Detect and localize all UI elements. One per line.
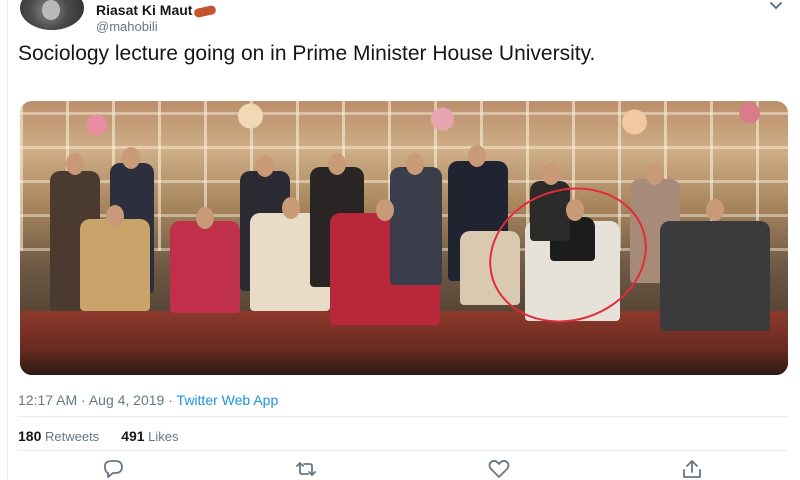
retweets-count: 180 [18,428,42,444]
chevron-down-icon[interactable] [768,0,784,12]
likes-count: 491 [121,428,145,444]
divider [18,416,788,417]
user-handle[interactable]: @mahobili [96,19,158,34]
retweets-stat[interactable]: 180 Retweets [18,428,100,444]
tweet-text: Sociology lecture going on in Prime Mini… [18,42,596,65]
avatar[interactable] [20,0,84,30]
tweet-header: Riasat Ki Maut @mahobili [18,0,788,34]
retweet-icon[interactable] [293,458,319,480]
reply-icon[interactable] [100,458,126,480]
divider [18,450,788,451]
display-name-text[interactable]: Riasat Ki Maut [96,2,192,18]
tweet-meta: 12:17 AM · Aug 4, 2019 · Twitter Web App [18,392,278,408]
tweet-actions [0,458,800,480]
hotdog-emoji-icon [193,4,218,18]
tweet-source-link[interactable]: Twitter Web App [177,392,279,408]
tweet-photo[interactable] [20,101,788,375]
meta-separator: · [164,392,177,408]
timeline-border [7,0,8,480]
tweet-timestamp[interactable]: 12:17 AM · Aug 4, 2019 [18,392,164,408]
likes-stat[interactable]: 491 Likes [121,428,179,444]
likes-label: Likes [148,429,179,444]
retweets-label: Retweets [44,429,100,444]
share-icon[interactable] [679,458,705,480]
like-icon[interactable] [486,458,512,480]
display-name[interactable]: Riasat Ki Maut [96,2,218,18]
tweet-stats: 180 Retweets 491 Likes [18,428,179,444]
